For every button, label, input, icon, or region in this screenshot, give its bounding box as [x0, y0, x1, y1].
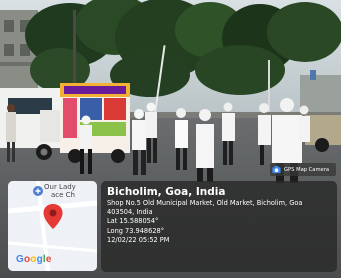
timestamp: 12/02/22 05:52 PM	[107, 235, 170, 244]
geo-info-panel: Bicholim, Goa, India Shop No.5 Old Munic…	[101, 181, 337, 272]
banner-vehicle	[60, 83, 130, 163]
latitude: Lat 15.588054°	[107, 217, 159, 226]
place-title: Bicholim, Goa, India	[107, 186, 226, 198]
google-logo: Google	[16, 254, 52, 265]
longitude: Long 73.948628°	[107, 226, 165, 235]
map-thumbnail[interactable]: Our Lady ace Ch Google	[8, 181, 97, 271]
address-line-1: Shop No.5 Old Municipal Market, Old Mark…	[107, 199, 303, 207]
map-place-label-2: ace Ch	[51, 191, 75, 199]
gps-camera-label: GPS Map Camera	[284, 166, 330, 173]
photo-frame: GPS Map Camera Our Lady ace Ch Google Bi…	[0, 0, 341, 278]
gps-camera-tag: GPS Map Camera	[270, 163, 336, 176]
camera-icon	[272, 165, 281, 174]
map-place-label: Our Lady	[44, 183, 76, 191]
address-line-2: 403504, India	[107, 208, 153, 217]
